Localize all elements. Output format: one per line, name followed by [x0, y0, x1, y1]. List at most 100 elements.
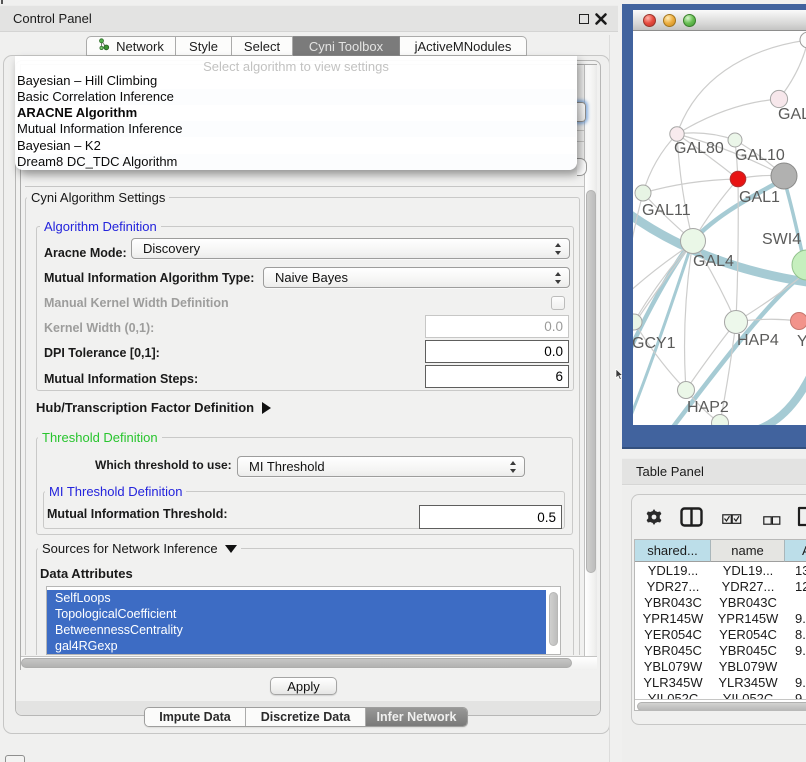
tab-jactivemnodules[interactable]: jActiveMNodules — [400, 36, 527, 56]
attribute-item-gal4rgexp[interactable]: gal4RGexp — [47, 638, 546, 654]
table-row-1[interactable]: YDR27...YDR27...12 — [635, 579, 806, 595]
horizontal-scrollbar-thumb[interactable] — [21, 658, 572, 668]
tab-cyni-toolbox[interactable]: Cyni Toolbox — [293, 36, 400, 56]
collapse-arrow-icon[interactable] — [225, 545, 237, 553]
graph-edge — [677, 99, 779, 134]
graph-node-HAP4[interactable] — [725, 311, 748, 334]
manual-kernel-label: Manual Kernel Width Definition — [44, 296, 229, 310]
tab-label: Select — [244, 39, 280, 54]
hub-definition-row[interactable]: Hub/Transcription Factor Definition — [36, 400, 271, 415]
graph-node-GAL4[interactable] — [681, 229, 706, 254]
minimize-traffic-light[interactable] — [663, 14, 676, 27]
mi-type-value: Naive Bayes — [275, 270, 348, 285]
zoom-traffic-light[interactable] — [683, 14, 696, 27]
apply-button[interactable]: Apply — [270, 677, 337, 695]
table-cell: 8. — [785, 627, 806, 643]
table-row-3[interactable]: YPR145WYPR145W9. — [635, 611, 806, 627]
float-window-icon[interactable] — [579, 14, 589, 24]
dropdown-item-3[interactable]: Mutual Information Inference — [17, 121, 182, 136]
graph-edge — [643, 134, 677, 193]
sources-label[interactable]: Sources for Network Inference — [38, 541, 241, 556]
network-window-titlebar[interactable] — [633, 10, 806, 31]
graph-node-GAL11[interactable] — [635, 185, 651, 201]
table-row-7[interactable]: YLR345WYLR345W9. — [635, 675, 806, 691]
kernel-width-field[interactable]: 0.0 — [425, 315, 569, 338]
table-row-8[interactable]: YIL052CYIL052C9. — [635, 691, 806, 699]
which-threshold-label: Which threshold to use: — [95, 458, 232, 472]
document-icon[interactable] — [797, 506, 806, 532]
gear-icon[interactable] — [645, 508, 663, 531]
dropdown-item-5[interactable]: Dream8 DC_TDC Algorithm — [17, 154, 177, 169]
aracne-mode-combobox[interactable]: Discovery — [131, 238, 570, 259]
mi-type-combobox[interactable]: Naive Bayes — [263, 267, 570, 288]
table-horizontal-scrollbar[interactable] — [635, 699, 806, 711]
attribute-item-topologicalcoefficient[interactable]: TopologicalCoefficient — [47, 606, 546, 622]
column-header-A[interactable]: A — [785, 540, 806, 562]
attribute-item-betweennesscentrality[interactable]: BetweennessCentrality — [47, 622, 546, 638]
bottom-tab-discretize-data[interactable]: Discretize Data — [245, 708, 365, 726]
graph-node-GAL1[interactable] — [730, 171, 746, 187]
network-graph: GAL2GAL80GAL10GAL1GAL11GAL4SWI4HAP4YGCY1… — [633, 31, 806, 425]
attribute-item-selfloops[interactable]: SelfLoops — [47, 590, 546, 606]
table-row-6[interactable]: YBL079WYBL079W — [635, 659, 806, 675]
graph-node-Y[interactable] — [791, 313, 806, 330]
which-threshold-combobox[interactable]: MI Threshold — [237, 456, 525, 477]
table-scrollbar-thumb[interactable] — [637, 702, 806, 711]
graph-node-gray[interactable] — [771, 163, 797, 189]
tab-style[interactable]: Style — [176, 36, 232, 56]
graph-node-bottom[interactable] — [712, 415, 729, 426]
graph-node-label-hap4: HAP4 — [737, 332, 779, 349]
table-cell: 9. — [785, 675, 806, 691]
aracne-mode-label: Aracne Mode: — [44, 246, 127, 260]
node-table: shared...nameA YDL19...YDL19...13YDR27..… — [634, 539, 806, 711]
table-row-0[interactable]: YDL19...YDL19...13 — [635, 563, 806, 579]
mi-threshold-field[interactable]: 0.5 — [419, 505, 562, 529]
focused-combobox-fragment — [577, 102, 586, 122]
panel-divider[interactable] — [609, 35, 610, 762]
graph-edge — [759, 366, 806, 425]
manual-kernel-checkbox[interactable] — [551, 296, 565, 310]
table-row-5[interactable]: YBR045CYBR045C9. — [635, 643, 806, 659]
network-view-canvas[interactable]: GAL2GAL80GAL10GAL1GAL11GAL4SWI4HAP4YGCY1… — [633, 31, 806, 425]
dropdown-item-0[interactable]: Bayesian – Hill Climbing — [17, 73, 157, 88]
table-row-4[interactable]: YER054CYER054C8. — [635, 627, 806, 643]
graph-node-label-gal2: GAL2 — [778, 106, 806, 123]
table-cell — [785, 659, 806, 675]
graph-node-HAP2[interactable] — [678, 382, 695, 399]
control-panel-titlebar — [0, 5, 618, 32]
expand-arrow-icon[interactable] — [262, 402, 271, 414]
tab-network[interactable]: Network — [86, 36, 176, 56]
data-attributes-list[interactable]: SelfLoopsTopologicalCoefficientBetweenne… — [46, 586, 561, 655]
panel-toggle-button[interactable] — [5, 755, 25, 762]
tab-label: jActiveMNodules — [415, 39, 512, 54]
bottom-tab-infer-network[interactable]: Infer Network — [365, 708, 467, 726]
which-threshold-value: MI Threshold — [249, 459, 325, 474]
close-icon[interactable] — [594, 12, 608, 26]
graph-edge — [736, 179, 738, 322]
graph-node-GAL10[interactable] — [728, 133, 742, 147]
split-table-icon[interactable] — [680, 507, 703, 532]
column-header-name[interactable]: name — [711, 540, 785, 562]
bottom-tab-impute-data[interactable]: Impute Data — [145, 708, 245, 726]
unchecked-columns-icon[interactable] — [763, 513, 781, 531]
column-header-shared[interactable]: shared... — [635, 540, 711, 562]
close-traffic-light[interactable] — [643, 14, 656, 27]
cyni-algorithm-settings-label: Cyni Algorithm Settings — [27, 190, 169, 205]
attributes-list-scrollbar-thumb[interactable] — [549, 592, 558, 646]
table-cell: 13 — [785, 563, 806, 579]
table-cell: YDL19... — [635, 563, 711, 579]
threshold-definition-label: Threshold Definition — [38, 430, 162, 445]
table-row-2[interactable]: YBR043CYBR043C — [635, 595, 806, 611]
aracne-mode-value: Discovery — [143, 241, 200, 256]
dropdown-item-1[interactable]: Basic Correlation Inference — [17, 89, 174, 104]
dropdown-item-4[interactable]: Bayesian – K2 — [17, 138, 101, 153]
table-cell: YBR045C — [711, 643, 785, 659]
dropdown-item-2[interactable]: ARACNE Algorithm — [17, 105, 137, 120]
tab-select[interactable]: Select — [232, 36, 293, 56]
graph-node-label-y: Y — [797, 333, 806, 350]
vertical-scrollbar-thumb[interactable] — [586, 190, 596, 573]
graph-node-top_right[interactable] — [800, 32, 806, 48]
checked-columns-icon[interactable] — [722, 512, 742, 530]
dpi-tolerance-field[interactable]: 0.0 — [425, 340, 569, 363]
mi-steps-field[interactable]: 6 — [425, 365, 569, 388]
